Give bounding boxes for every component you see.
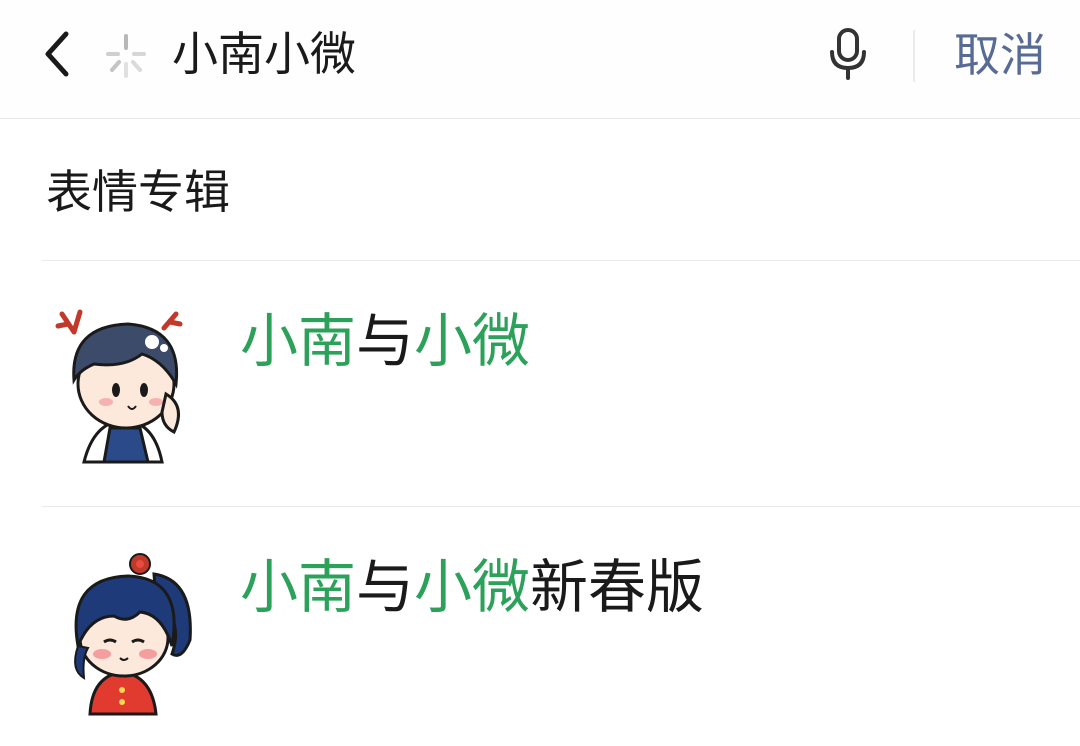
title-part: 与 — [356, 553, 415, 621]
title-part-highlight: 小微 — [414, 307, 531, 375]
search-input[interactable] — [172, 22, 772, 86]
title-part-highlight: 小南 — [240, 307, 357, 375]
title-part: 新春版 — [530, 553, 705, 621]
sticker-album-result-2[interactable]: 小南与小微新春版 — [0, 508, 1080, 746]
result-title: 小南与小微新春版 — [240, 552, 704, 622]
header-divider — [913, 30, 915, 82]
result-title: 小南与小微 — [240, 306, 530, 376]
result-divider — [42, 506, 1080, 507]
section-divider — [42, 260, 1080, 261]
back-button[interactable] — [28, 22, 84, 86]
girl-sticker-thumbnail — [74, 553, 192, 716]
cancel-button[interactable]: 取消 — [940, 24, 1060, 86]
search-header: 取消 — [0, 0, 1080, 119]
section-title-sticker-albums: 表情专辑 — [46, 165, 230, 219]
loading-spinner-icon — [106, 34, 146, 78]
title-part-highlight: 小南 — [240, 553, 357, 621]
voice-input-button[interactable] — [820, 24, 876, 84]
boy-sticker-thumbnail — [55, 309, 183, 464]
search-results-page: 取消 表情专辑 — [0, 0, 1080, 746]
chevron-left-icon — [45, 31, 69, 77]
microphone-icon — [830, 28, 866, 80]
sticker-album-result-1[interactable]: 小南与小微 — [0, 262, 1080, 502]
title-part: 与 — [356, 307, 415, 375]
title-part-highlight: 小微 — [414, 553, 531, 621]
